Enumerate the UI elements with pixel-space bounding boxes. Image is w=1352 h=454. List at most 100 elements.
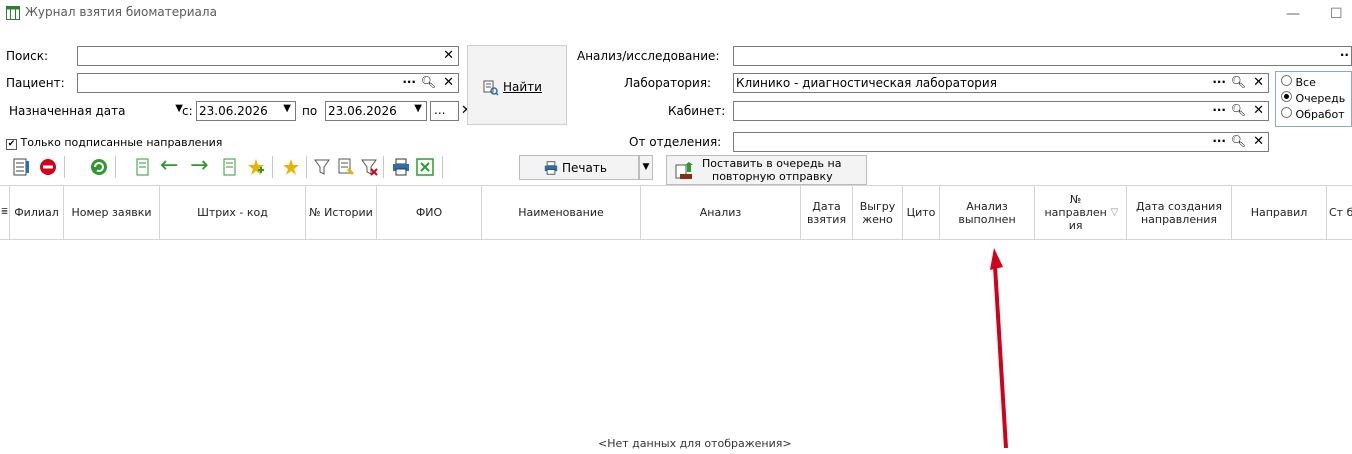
browse-icon[interactable]: ··· (1212, 103, 1226, 117)
requeue-label-line2: повторную отправку (712, 170, 833, 183)
radio-icon[interactable] (1281, 75, 1292, 86)
column-header-sorted[interactable]: № направлен ия ▽ (1035, 186, 1127, 239)
column-header[interactable]: Штрих - код (160, 186, 306, 239)
column-chooser-icon[interactable]: ≣ (0, 186, 10, 239)
document-list-icon[interactable] (12, 158, 30, 176)
clear-icon[interactable]: ✕ (443, 75, 454, 90)
search-icon[interactable]: 🔍︎ (1231, 134, 1246, 148)
maximize-button[interactable]: ☐ (1330, 6, 1343, 22)
radio-label: Все (1295, 76, 1316, 89)
column-header[interactable]: № Истории (306, 186, 377, 239)
minimize-button[interactable]: — (1286, 6, 1300, 22)
chevron-down-icon[interactable]: ▼ (414, 103, 422, 114)
radio-all[interactable]: Все (1281, 75, 1316, 89)
signed-only-checkbox[interactable]: ✔ Только подписанные направления (6, 136, 222, 150)
radio-icon[interactable] (1281, 91, 1292, 102)
date-type-select[interactable]: Назначенная дата ▼ (6, 101, 190, 121)
laboratory-label: Лаборатория: (624, 76, 712, 90)
arrow-right-icon[interactable]: → (190, 155, 208, 177)
browse-icon[interactable]: ··· (1212, 75, 1226, 89)
stop-icon[interactable] (39, 158, 57, 176)
toolbar-separator (442, 156, 443, 178)
date-more-button[interactable]: ... (430, 101, 459, 121)
star-add-icon[interactable] (247, 158, 265, 176)
radio-label: Обработ (1295, 108, 1345, 121)
toolbar-separator (383, 156, 384, 178)
radio-icon[interactable] (1281, 107, 1292, 118)
more-label: ... (434, 103, 446, 117)
signed-only-label: Только подписанные направления (20, 136, 223, 149)
toolbar-separator (272, 156, 273, 178)
column-header[interactable]: Дата взятия (801, 186, 853, 239)
clear-icon[interactable]: ✕ (1253, 75, 1264, 90)
date-from-input[interactable]: 23.06.2026 ▼ (196, 101, 296, 121)
analysis-label: Анализ/исследование: (577, 49, 720, 63)
requeue-button[interactable]: Поставить в очередь на повторную отправк… (666, 155, 867, 185)
column-header[interactable]: Анализ выполнен (940, 186, 1035, 239)
clear-icon[interactable]: ✕ (443, 48, 454, 63)
print-label: Печать (562, 161, 607, 175)
toolbar-separator (115, 156, 116, 178)
find-icon (483, 80, 499, 96)
grid-empty-text: <Нет данных для отображения> (598, 437, 792, 450)
date-type-value: Назначенная дата (9, 104, 126, 118)
find-button[interactable]: Найти (467, 45, 567, 125)
browse-icon[interactable]: ·· (1340, 48, 1349, 62)
browse-icon[interactable]: ··· (402, 75, 416, 89)
status-radio-group: Все Очередь Обработ (1275, 71, 1352, 127)
from-label: с: (182, 104, 193, 118)
cabinet-input[interactable]: ··· 🔍︎ ✕ (733, 101, 1269, 121)
document-icon[interactable] (134, 158, 152, 176)
radio-queue[interactable]: Очередь (1281, 91, 1345, 105)
refresh-icon[interactable] (90, 158, 108, 176)
document-move-icon[interactable] (221, 158, 239, 176)
patient-input[interactable]: ··· 🔍︎ ✕ (77, 73, 459, 93)
column-header[interactable]: Ст би (1327, 186, 1352, 239)
to-label: по (302, 104, 318, 118)
window-title: Журнал взятия биоматериала (25, 5, 217, 19)
cabinet-label: Кабинет: (668, 104, 726, 118)
column-header[interactable]: Выгру жено (853, 186, 903, 239)
column-header[interactable]: Дата создания направления (1127, 186, 1232, 239)
grid-header: ≣ Филиал Номер заявки Штрих - код № Исто… (0, 185, 1352, 240)
column-header[interactable]: ФИО (377, 186, 482, 239)
column-header[interactable]: Направил (1232, 186, 1327, 239)
column-header[interactable]: Филиал (10, 186, 64, 239)
chevron-down-icon[interactable]: ▼ (283, 103, 291, 114)
print-button[interactable]: Печать (519, 155, 639, 180)
search-icon[interactable]: 🔍︎ (1231, 103, 1246, 117)
print-dropdown-button[interactable]: ▼ (639, 155, 653, 180)
column-header[interactable]: Номер заявки (64, 186, 160, 239)
column-header[interactable]: Цито (903, 186, 940, 239)
find-label: Найти (503, 80, 542, 94)
radio-processed[interactable]: Обработ (1281, 107, 1345, 121)
browse-icon[interactable]: ··· (1212, 134, 1226, 148)
clear-icon[interactable]: ✕ (1253, 103, 1264, 118)
filter-clear-icon[interactable] (360, 158, 378, 176)
laboratory-input[interactable]: Клинико - диагностическая лаборатория ··… (733, 73, 1269, 93)
column-header-label: № направлен ия (1044, 193, 1107, 232)
search-icon[interactable]: 🔍︎ (421, 75, 436, 89)
star-down-icon[interactable] (282, 158, 300, 176)
column-header[interactable]: Анализ (641, 186, 801, 239)
journal-icon (6, 6, 20, 20)
filter-icon[interactable] (313, 158, 331, 176)
annotation-arrow-icon (990, 248, 1008, 448)
search-label: Поиск: (6, 49, 49, 63)
clear-icon[interactable]: ✕ (1253, 134, 1264, 149)
printer-icon[interactable] (392, 158, 410, 176)
excel-icon[interactable] (416, 158, 434, 176)
department-input[interactable]: ··· 🔍︎ ✕ (733, 132, 1269, 152)
toolbar-separator (64, 156, 65, 178)
analysis-input[interactable]: ·· (733, 46, 1352, 66)
checkbox-icon[interactable]: ✔ (6, 139, 17, 150)
date-to-input[interactable]: 23.06.2026 ▼ (325, 101, 427, 121)
column-header[interactable]: Наименование (482, 186, 641, 239)
search-icon[interactable]: 🔍︎ (1231, 75, 1246, 89)
department-label: От отделения: (629, 135, 722, 149)
sort-descending-icon: ▽ (1110, 207, 1119, 218)
date-to-value: 23.06.2026 (328, 104, 397, 118)
search-input[interactable]: ✕ (77, 46, 459, 66)
arrow-left-icon[interactable]: ← (160, 155, 178, 177)
filter-edit-icon[interactable] (337, 158, 355, 176)
